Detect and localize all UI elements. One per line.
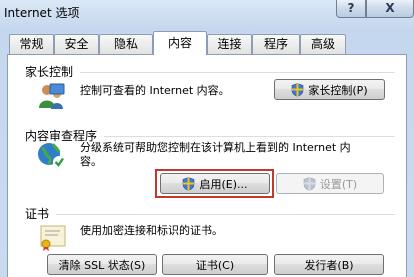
tab-privacy[interactable]: 隐私 — [99, 34, 153, 54]
parental-divider — [80, 72, 395, 73]
settings-button[interactable]: 设置(T) — [276, 173, 384, 194]
uac-shield-icon — [303, 176, 316, 191]
tab-advanced[interactable]: 高级 — [300, 34, 346, 54]
globe-check-icon — [38, 143, 65, 168]
advisor-description-line1: 分级系统可帮助您控制在该计算机上看到的 Internet 内 — [80, 141, 351, 154]
highlight-box — [155, 169, 274, 198]
tab-connections[interactable]: 连接 — [207, 34, 252, 54]
publishers-button[interactable]: 发行者(B) — [274, 254, 384, 275]
advisor-description-line2: 容。 — [80, 155, 102, 168]
certificates-divider — [56, 214, 395, 215]
family-users-icon — [39, 83, 65, 109]
tab-security[interactable]: 安全 — [54, 34, 99, 54]
close-button[interactable]: X — [366, 0, 414, 18]
advisor-divider — [104, 136, 395, 137]
tab-general[interactable]: 常规 — [9, 34, 54, 54]
title-bar[interactable]: Internet 选项 ? X — [0, 0, 414, 30]
help-button[interactable]: ? — [336, 0, 366, 18]
clear-ssl-button[interactable]: 清除 SSL 状态(S) — [47, 254, 157, 275]
certificates-description: 使用加密连接和标识的证书。 — [80, 224, 223, 237]
parental-group-label: 家长控制 — [25, 65, 74, 79]
tab-programs[interactable]: 程序 — [252, 34, 300, 54]
parental-controls-button-label: 家长控制(P) — [308, 83, 368, 97]
parental-controls-button[interactable]: 家长控制(P) — [274, 79, 385, 100]
certificate-icon — [40, 225, 66, 251]
settings-button-label: 设置(T) — [319, 177, 358, 191]
certificates-group-label: 证书 — [25, 207, 50, 221]
certificates-button[interactable]: 证书(C) — [162, 254, 268, 275]
tab-content[interactable]: 内容 — [153, 31, 207, 55]
parental-description: 控制可查看的 Internet 内容。 — [80, 84, 230, 97]
uac-shield-icon — [292, 82, 304, 97]
window-title: Internet 选项 — [4, 6, 80, 20]
